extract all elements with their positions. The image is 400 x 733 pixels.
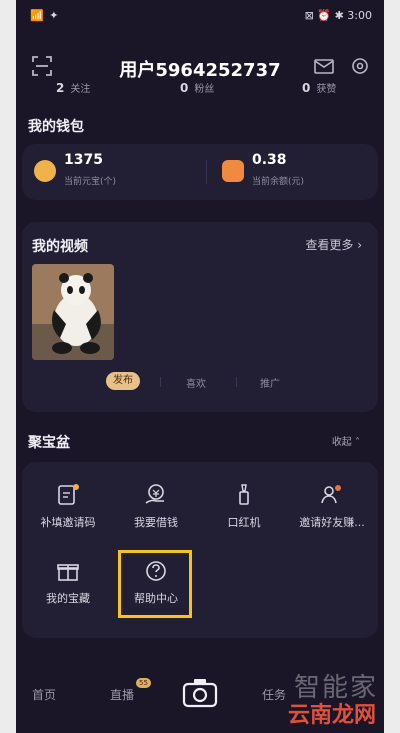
- money-hand-icon: [145, 484, 164, 504]
- stat-following[interactable]: 2 关注: [56, 80, 90, 95]
- nav-live-label: 直播: [110, 688, 135, 702]
- tab-liked[interactable]: 喜欢: [186, 375, 206, 390]
- wallet-title: 我的钱包: [28, 119, 84, 135]
- watermark-bottom-text: 云南龙网: [287, 703, 376, 728]
- money-bag-icon: [222, 160, 244, 182]
- nav-live[interactable]: 直播 55: [110, 678, 151, 703]
- tab-published[interactable]: 发布: [106, 372, 140, 390]
- stat-followers[interactable]: 0 粉丝: [180, 80, 214, 95]
- gift-icon: [57, 564, 79, 581]
- edit-doc-icon: [58, 484, 79, 505]
- video-thumbnail[interactable]: [32, 264, 114, 360]
- grid-item-label: 我的宝藏: [46, 592, 90, 605]
- balance-label: 当前余额(元): [252, 177, 305, 187]
- jubao-title: 聚宝盆: [28, 435, 70, 451]
- coins-value: 1375: [64, 152, 103, 168]
- grid-item-invite-code[interactable]: 补填邀请码: [28, 482, 108, 542]
- live-badge: 55: [136, 678, 151, 688]
- invite-friends-icon: [321, 485, 341, 504]
- coin-icon: [34, 160, 56, 182]
- nav-home[interactable]: 首页: [32, 686, 56, 703]
- video-tabs: 发布 喜欢 推广: [22, 372, 378, 394]
- wallet-card[interactable]: 1375 当前元宝(个) 0.38 当前余额(元): [22, 144, 378, 200]
- wallet-divider: [206, 160, 207, 184]
- status-time: ⊠ ⏰ ✱ 3:00: [304, 9, 372, 22]
- balance-item[interactable]: 0.38 当前余额(元): [222, 152, 372, 192]
- grid-item-label: 邀请好友赚...: [299, 516, 365, 529]
- videos-title: 我的视频: [32, 239, 88, 255]
- phone-screen: 📶 ✦ ⊠ ⏰ ✱ 3:00 用户5964252737 2 关注 0 粉丝 0 获赞 …: [16, 0, 384, 733]
- mail-icon[interactable]: [312, 54, 336, 78]
- panda-video-image: [32, 264, 114, 360]
- grid-item-label: 口红机: [227, 516, 261, 529]
- camera-icon[interactable]: [182, 676, 218, 710]
- collapse-toggle[interactable]: 收起 ˄: [332, 433, 360, 448]
- see-more-link[interactable]: 查看更多 ›: [305, 236, 362, 253]
- coins-item[interactable]: 1375 当前元宝(个): [34, 152, 194, 192]
- highlight-box: [118, 550, 192, 618]
- signal-wifi-indicators: 📶 ✦: [30, 9, 60, 22]
- tab-promote[interactable]: 推广: [260, 375, 280, 390]
- balance-value: 0.38: [252, 152, 287, 168]
- stat-likes[interactable]: 0 获赞: [302, 80, 336, 95]
- jubao-grid: 补填邀请码 我要借钱 口红机 邀请好友赚... 我的宝藏 帮助中心: [22, 462, 378, 638]
- grid-item-borrow[interactable]: 我要借钱: [116, 482, 196, 542]
- tab-separator: [236, 377, 237, 387]
- gear-icon[interactable]: [348, 54, 372, 78]
- grid-item-label: 我要借钱: [134, 516, 178, 529]
- profile-stats: 2 关注 0 粉丝 0 获赞: [16, 80, 384, 96]
- videos-card: 我的视频 查看更多 › 发布 喜欢 推广: [22, 222, 378, 412]
- grid-item-invite-friends[interactable]: 邀请好友赚...: [292, 482, 372, 542]
- coins-label: 当前元宝(个): [64, 177, 117, 187]
- profile-header: 用户5964252737: [16, 44, 384, 84]
- tab-separator: [160, 377, 161, 387]
- watermark-logo: 智能家 云南龙网: [256, 667, 380, 728]
- status-bar: 📶 ✦ ⊠ ⏰ ✱ 3:00: [16, 0, 384, 30]
- grid-item-lipstick[interactable]: 口红机: [204, 482, 284, 542]
- grid-item-label: 补填邀请码: [40, 516, 96, 529]
- lipstick-icon: [239, 484, 249, 505]
- grid-item-treasure[interactable]: 我的宝藏: [28, 558, 108, 618]
